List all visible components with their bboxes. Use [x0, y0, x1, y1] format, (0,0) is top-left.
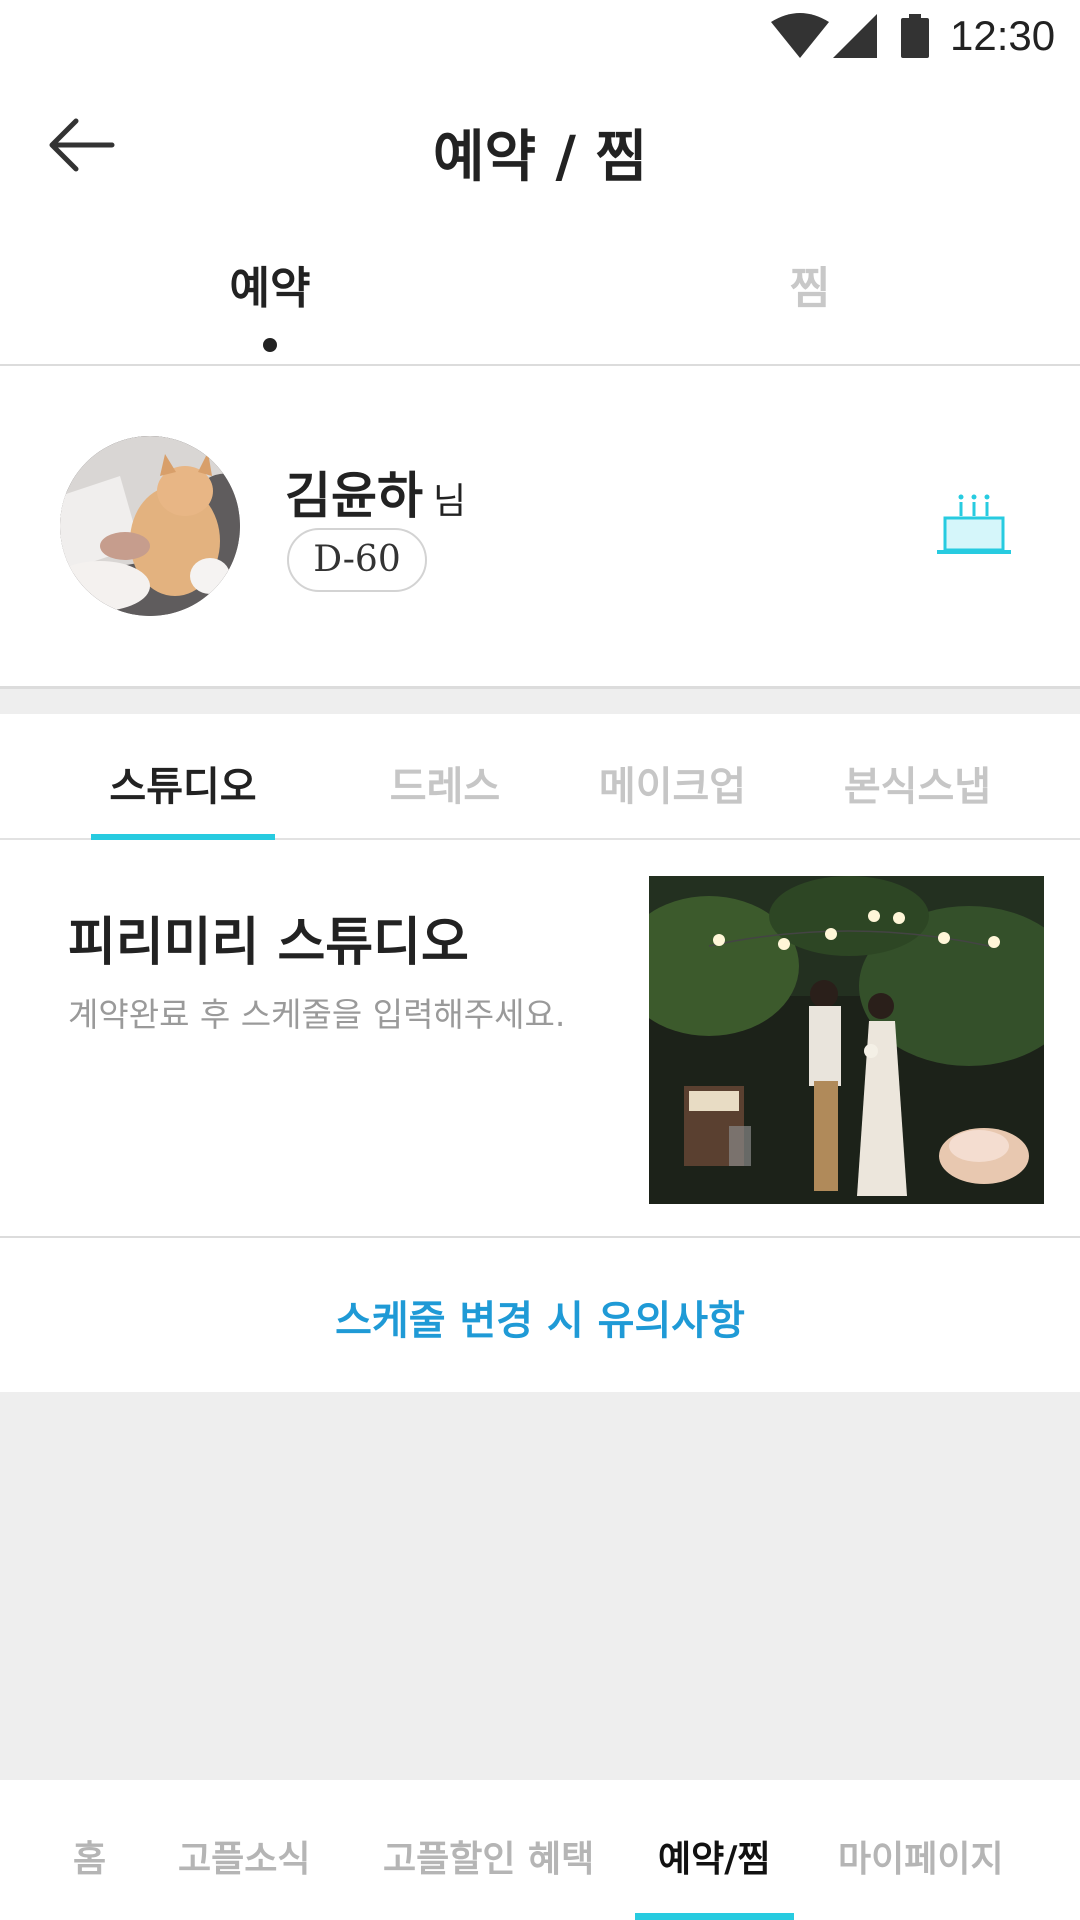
tab-reservation[interactable]: 예약 [170, 252, 370, 352]
tab-studio[interactable]: 스튜디오 [91, 754, 275, 812]
bottom-nav: 홈 고플소식 고플할인 혜택 예약/찜 마이페이지 [0, 1780, 1080, 1920]
nav-discount-benefits[interactable]: 고플할인 혜택 [383, 1830, 594, 1882]
nav-news[interactable]: 고플소식 [178, 1830, 310, 1882]
user-name-text: 김윤하 [285, 467, 423, 525]
wifi-icon [771, 13, 829, 58]
battery-icon [901, 14, 929, 58]
tab-reservation-label: 예약 [229, 263, 311, 314]
section-divider [0, 688, 1080, 714]
schedule-change-notice-link[interactable]: 스케줄 변경 시 유의사항 [0, 1288, 1080, 1346]
avatar-cat-image [60, 436, 240, 616]
header: 예약 / 찜 [0, 72, 1080, 222]
nav-reservation-wishlist[interactable]: 예약/찜 [658, 1830, 771, 1882]
nav-home[interactable]: 홈 [73, 1830, 106, 1882]
tab-wishlist-label: 찜 [789, 263, 831, 314]
vendor-photo-image [649, 876, 1044, 1204]
nav-mypage[interactable]: 마이페이지 [838, 1830, 1004, 1882]
user-name: 김윤하 님 [285, 456, 466, 528]
avatar[interactable] [60, 436, 240, 616]
tab-wedding-snap[interactable]: 본식스냅 [830, 754, 1005, 812]
vendor-name: 피리미리 스튜디오 [68, 913, 469, 973]
status-time: 12:30 [950, 12, 1056, 59]
screen: 12:30 예약 / 찜 예약 찜 김윤하 님 D-60 스튜디오 드레스 메이… [0, 0, 1080, 1920]
category-tabs: 스튜디오 드레스 메이크업 본식스냅 [0, 714, 1080, 840]
empty-content-area [0, 1392, 1080, 1780]
vendor-card[interactable]: 피리미리 스튜디오 계약완료 후 스케줄을 입력해주세요. [0, 840, 1080, 1238]
tab-wishlist[interactable]: 찜 [710, 252, 910, 316]
user-name-suffix: 님 [433, 481, 467, 522]
cell-signal-icon [833, 14, 877, 58]
vendor-description: 계약완료 후 스케줄을 입력해주세요. [68, 995, 566, 1034]
top-tabs: 예약 찜 [0, 222, 1080, 366]
tab-makeup[interactable]: 메이크업 [585, 754, 760, 812]
dday-badge: D-60 [287, 528, 427, 592]
tab-dress[interactable]: 드레스 [360, 754, 530, 812]
active-tab-dot [263, 338, 277, 352]
schedule-notice-row: 스케줄 변경 시 유의사항 [0, 1238, 1080, 1392]
profile-section: 김윤하 님 D-60 [0, 366, 1080, 688]
vendor-photo[interactable] [649, 876, 1044, 1204]
nav-active-underline [635, 1913, 794, 1920]
cake-icon[interactable] [937, 494, 1011, 558]
status-bar: 12:30 [0, 0, 1080, 72]
page-title: 예약 / 찜 [432, 125, 647, 190]
